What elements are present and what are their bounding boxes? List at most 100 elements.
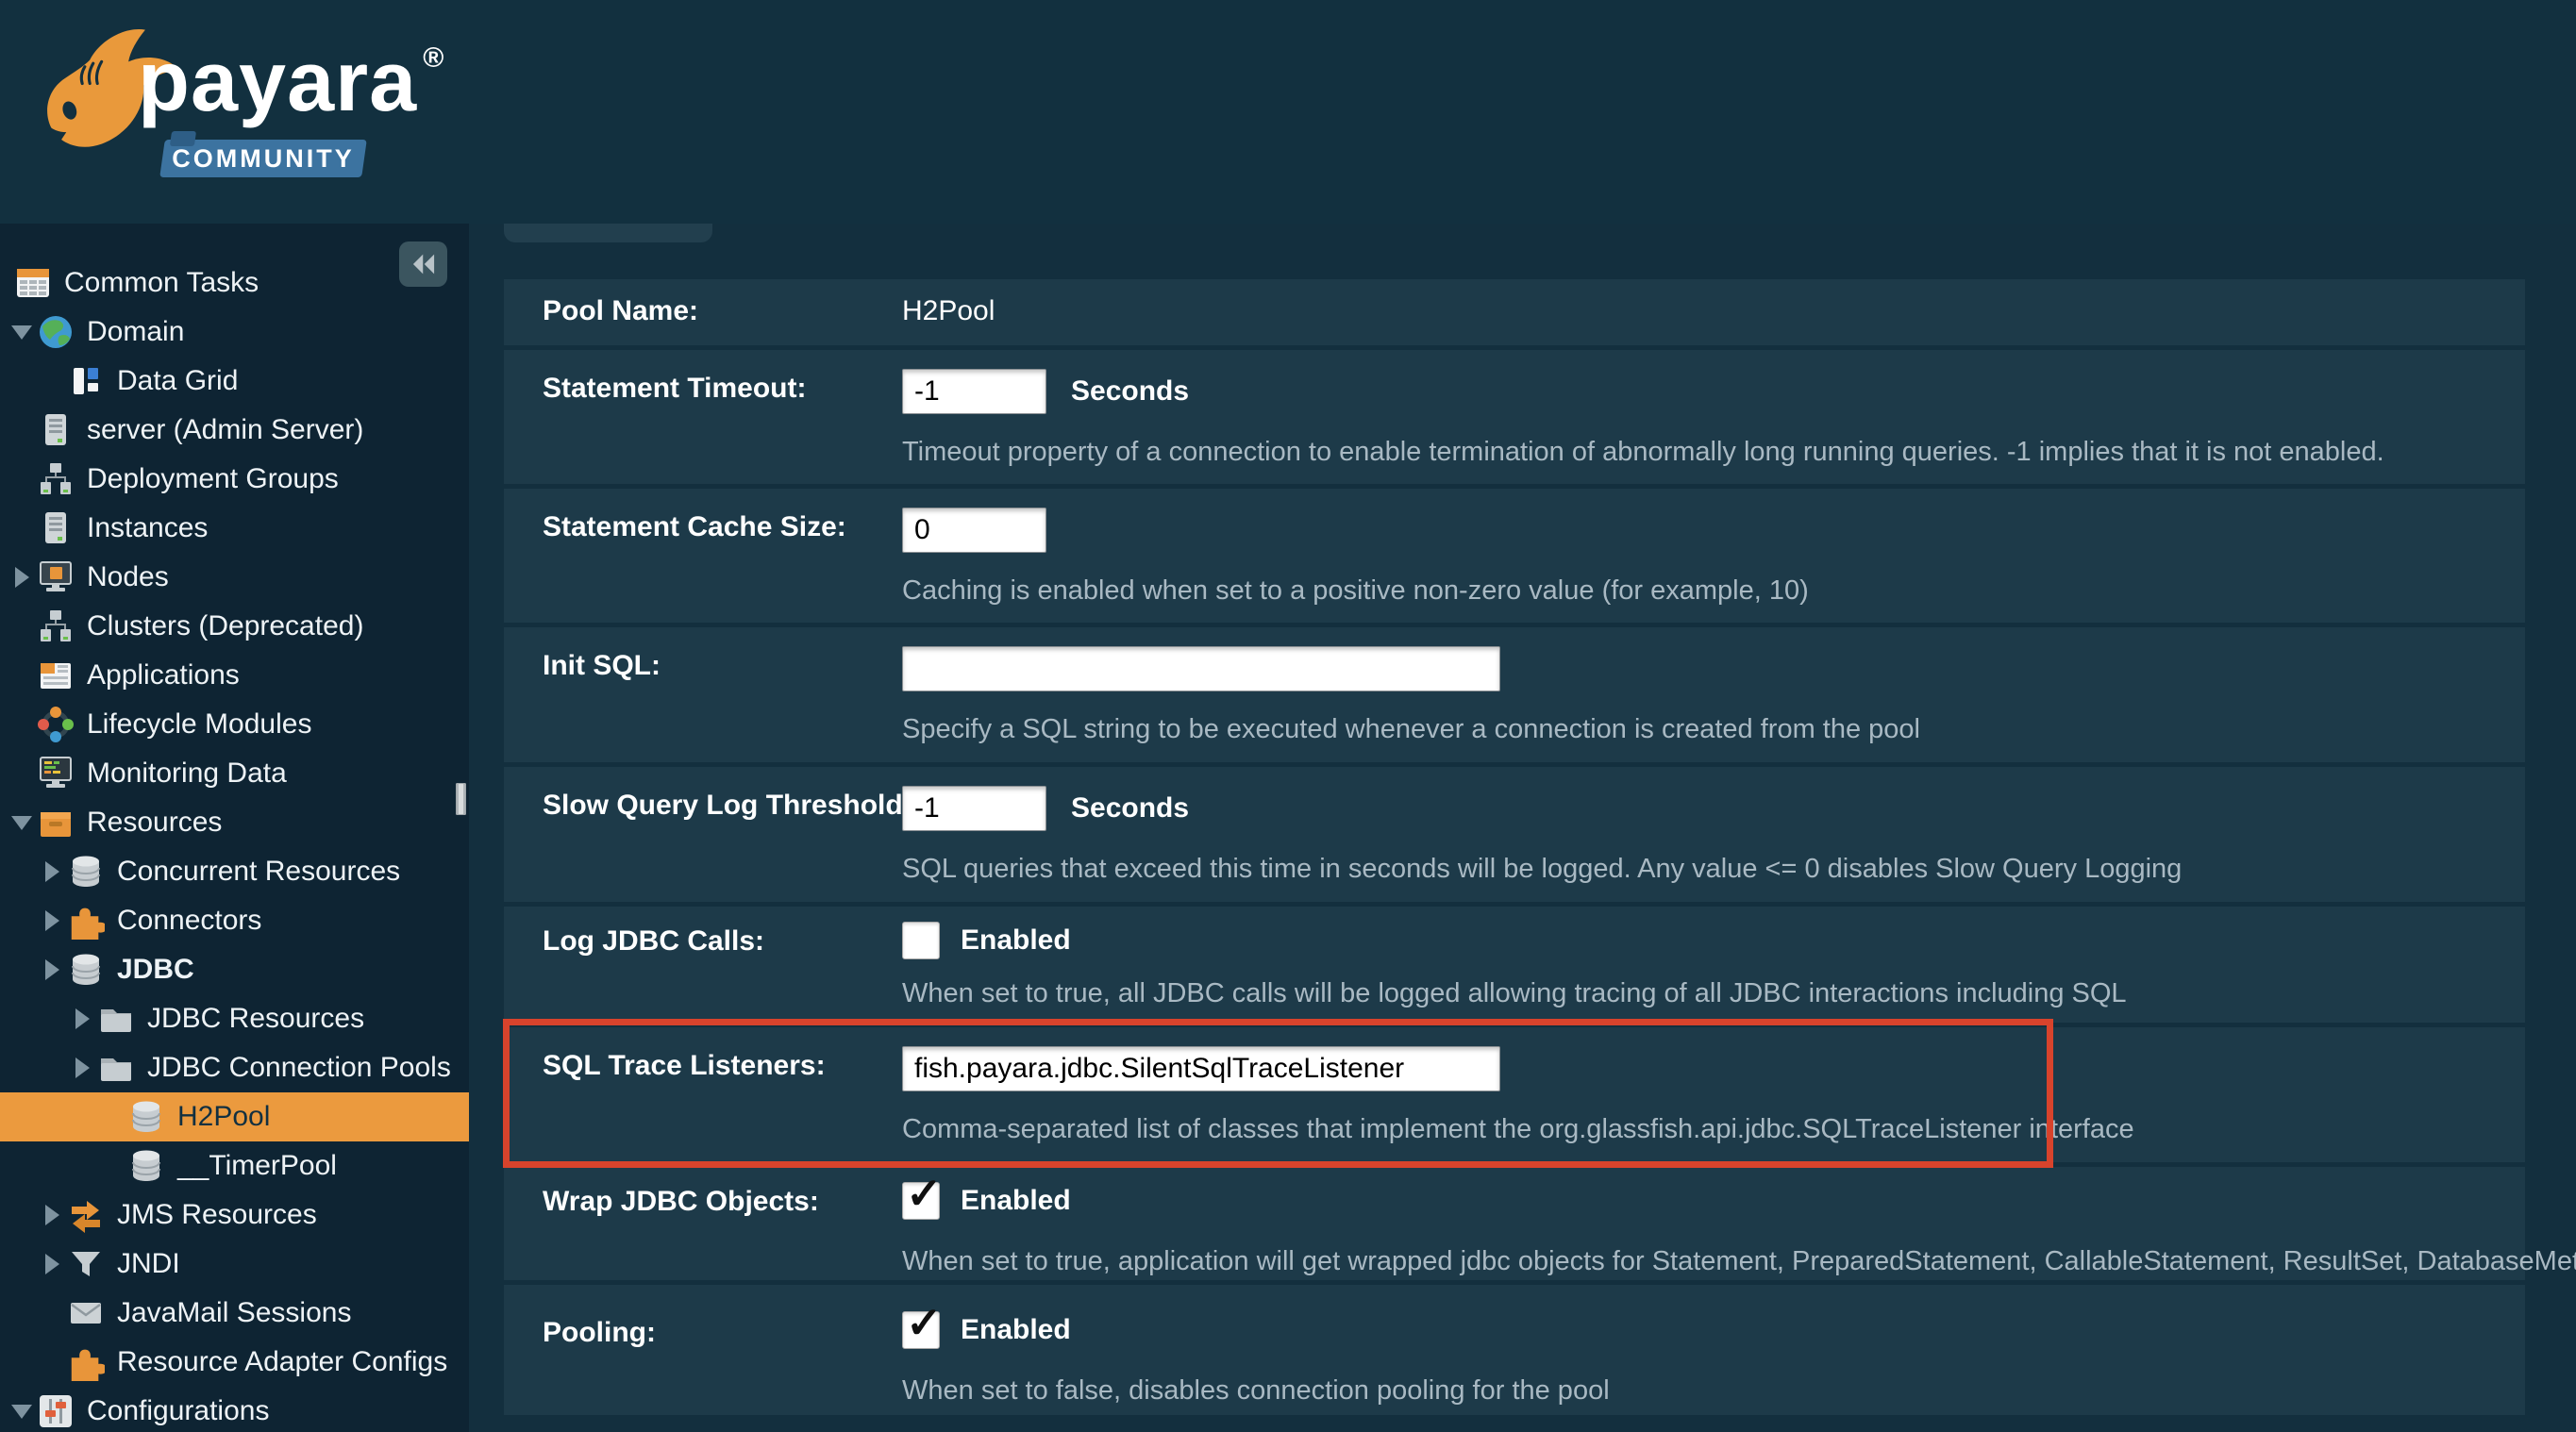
statement-timeout-label: Statement Timeout: [543, 373, 807, 404]
sidebar-item-jdbc-resources[interactable]: JDBC Resources [0, 994, 469, 1043]
wrap-jdbc-objects-checkbox[interactable] [902, 1172, 943, 1220]
sidebar-item-clusters[interactable]: Clusters (Deprecated) [0, 602, 469, 651]
sidebar-item-resources[interactable]: Resources [0, 798, 469, 847]
form-row-pool-name: Pool Name: H2Pool [504, 279, 2525, 345]
init-sql-description: Specify a SQL string to be executed when… [902, 714, 1920, 744]
pool-name-value: H2Pool [902, 295, 995, 326]
sidebar-item-jndi[interactable]: JNDI [0, 1240, 469, 1289]
sidebar-item-timerpool[interactable]: __TimerPool [0, 1141, 469, 1191]
expander-right-icon[interactable] [38, 910, 66, 931]
init-sql-label: Init SQL: [543, 650, 661, 681]
folder-icon [96, 999, 136, 1039]
sidebar-item-nodes[interactable]: Nodes [0, 553, 469, 602]
pool-name-label: Pool Name: [543, 295, 699, 326]
sidebar-item-instances[interactable]: Instances [0, 504, 469, 553]
expander-right-icon[interactable] [38, 1205, 66, 1225]
sidebar-item-common-tasks[interactable]: Common Tasks [0, 258, 469, 308]
mail-icon [66, 1293, 106, 1333]
monitoring-icon [36, 754, 75, 793]
expander-right-icon[interactable] [68, 1008, 96, 1029]
database-icon [66, 950, 106, 990]
seconds-suffix: Seconds [1071, 792, 1190, 824]
applications-icon [36, 656, 75, 695]
seconds-suffix: Seconds [1071, 375, 1190, 407]
sql-trace-listeners-label: SQL Trace Listeners: [543, 1050, 826, 1081]
hierarchy-icon [36, 607, 75, 646]
expander-right-icon[interactable] [8, 567, 36, 588]
sliders-icon [36, 1391, 75, 1431]
sidebar-item-domain[interactable]: Domain [0, 308, 469, 357]
sidebar-item-lifecycle-modules[interactable]: Lifecycle Modules [0, 700, 469, 749]
expander-down-icon[interactable] [8, 1404, 36, 1419]
slow-query-log-threshold-description: SQL queries that exceed this time in sec… [902, 854, 2183, 884]
expander-right-icon[interactable] [38, 1254, 66, 1274]
sql-trace-listeners-input[interactable] [902, 1046, 1500, 1091]
sql-trace-listeners-description: Comma-separated list of classes that imp… [902, 1114, 2134, 1144]
form-row-statement-timeout: Statement Timeout: Seconds Timeout prope… [504, 350, 2525, 484]
log-jdbc-calls-checkbox[interactable] [902, 922, 940, 959]
node-monitor-icon [36, 558, 75, 597]
sidebar-item-applications[interactable]: Applications [0, 651, 469, 700]
sidebar-scrollbar-thumb[interactable] [456, 783, 466, 815]
expander-right-icon[interactable] [38, 959, 66, 980]
jms-arrows-icon [66, 1195, 106, 1235]
expander-right-icon[interactable] [38, 861, 66, 882]
pooling-checkbox[interactable] [902, 1301, 943, 1349]
expander-down-icon[interactable] [8, 815, 36, 830]
slow-query-log-threshold-input[interactable] [902, 786, 1046, 831]
puzzle-icon [66, 1342, 106, 1382]
data-grid-icon [66, 361, 106, 401]
form-row-init-sql: Init SQL: Specify a SQL string to be exe… [504, 627, 2525, 762]
jdbc-pool-advanced-form: Pool Name: H2Pool Statement Timeout: Sec… [504, 279, 2576, 1420]
community-badge: COMMUNITY [159, 140, 367, 177]
statement-cache-size-label: Statement Cache Size: [543, 511, 846, 542]
registered-mark: ® [423, 42, 445, 74]
statement-cache-size-description: Caching is enabled when set to a positiv… [902, 575, 1809, 606]
puzzle-icon [66, 901, 106, 941]
init-sql-input[interactable] [902, 646, 1500, 691]
expander-right-icon[interactable] [68, 1057, 96, 1078]
wrap-jdbc-objects-description: When set to true, application will get w… [902, 1246, 2576, 1276]
expander-down-icon[interactable] [8, 325, 36, 340]
form-row-sql-trace-listeners: SQL Trace Listeners: Comma-separated lis… [504, 1027, 2525, 1162]
sidebar-item-connectors[interactable]: Connectors [0, 896, 469, 945]
payara-logo: payara ® COMMUNITY [38, 6, 491, 204]
hierarchy-icon [36, 459, 75, 499]
log-jdbc-calls-label: Log JDBC Calls: [543, 925, 765, 957]
sidebar-item-concurrent-resources[interactable]: Concurrent Resources [0, 847, 469, 896]
brand-wordmark: payara ® [138, 35, 445, 129]
form-row-pooling: Pooling: Enabled When set to false, disa… [504, 1285, 2525, 1415]
sidebar-item-resource-adapter-configs[interactable]: Resource Adapter Configs [0, 1338, 469, 1387]
sidebar-item-monitoring-data[interactable]: Monitoring Data [0, 749, 469, 798]
lifecycle-icon [36, 705, 75, 744]
statement-timeout-input[interactable] [902, 369, 1046, 414]
top-tab-stub[interactable] [504, 224, 712, 242]
sidebar-item-jms-resources[interactable]: JMS Resources [0, 1191, 469, 1240]
sidebar-item-jdbc[interactable]: JDBC [0, 945, 469, 994]
form-row-slow-query-log-threshold: Slow Query Log Threshold: Seconds SQL qu… [504, 767, 2525, 902]
navigation-tree: Common Tasks Domain Data Grid server (Ad… [0, 258, 469, 1432]
globe-icon [36, 312, 75, 352]
sidebar-item-configurations[interactable]: Configurations [0, 1387, 469, 1432]
sidebar-item-h2pool[interactable]: H2Pool [0, 1092, 469, 1141]
form-row-log-jdbc-calls: Log JDBC Calls: Enabled When set to true… [504, 907, 2525, 1023]
slow-query-log-threshold-label: Slow Query Log Threshold: [543, 790, 912, 821]
payara-admin-console: payara ® COMMUNITY Common Tasks Domain D… [0, 0, 2576, 1432]
tasks-grid-icon [13, 263, 53, 303]
pooling-label: Pooling: [543, 1317, 656, 1348]
form-row-wrap-jdbc-objects: Wrap JDBC Objects: Enabled When set to t… [504, 1167, 2576, 1280]
sidebar-item-jdbc-connection-pools[interactable]: JDBC Connection Pools [0, 1043, 469, 1092]
sidebar-item-javamail-sessions[interactable]: JavaMail Sessions [0, 1289, 469, 1338]
wrap-jdbc-objects-label: Wrap JDBC Objects: [543, 1186, 819, 1217]
statement-cache-size-input[interactable] [902, 508, 1046, 553]
pooling-description: When set to false, disables connection p… [902, 1375, 1610, 1406]
app-header: payara ® COMMUNITY [0, 0, 2576, 224]
sidebar-item-deployment-groups[interactable]: Deployment Groups [0, 455, 469, 504]
enabled-label: Enabled [961, 924, 1071, 956]
funnel-icon [66, 1244, 106, 1284]
sidebar-item-server[interactable]: server (Admin Server) [0, 406, 469, 455]
sidebar-item-data-grid[interactable]: Data Grid [0, 357, 469, 406]
server-icon [36, 410, 75, 450]
database-icon [126, 1097, 166, 1137]
server-icon [36, 508, 75, 548]
